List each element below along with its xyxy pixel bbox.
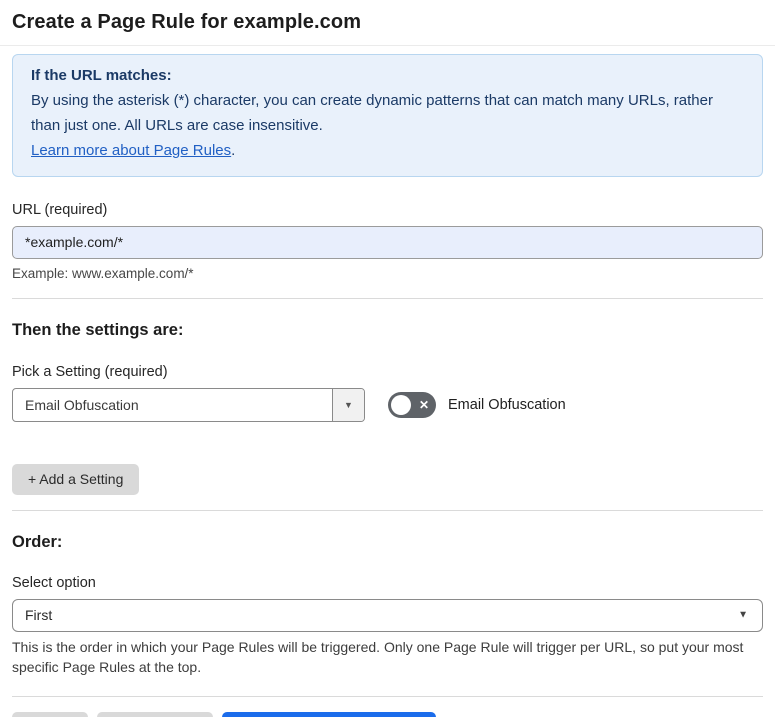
order-select[interactable]: First ▼ bbox=[12, 598, 763, 632]
order-select-label: Select option bbox=[12, 574, 96, 591]
save-and-deploy-button[interactable]: Save and Deploy Page Rule bbox=[222, 711, 437, 717]
toggle-label: Email Obfuscation bbox=[448, 396, 566, 413]
url-example-helper: Example: www.example.com/* bbox=[12, 265, 194, 281]
pick-setting-label: Pick a Setting (required) bbox=[12, 363, 168, 380]
toggle-knob bbox=[391, 394, 411, 415]
url-input[interactable] bbox=[12, 225, 763, 259]
cancel-button[interactable]: Cancel bbox=[12, 711, 88, 717]
order-select-value: First bbox=[25, 607, 53, 624]
url-section: URL (required) Example: www.example.com/… bbox=[12, 202, 763, 281]
footer-actions: Cancel Save as Draft Save and Deploy Pag… bbox=[12, 711, 763, 717]
info-box-heading: If the URL matches: bbox=[31, 67, 172, 84]
footer-divider bbox=[12, 695, 763, 697]
email-obfuscation-toggle[interactable]: ✕ bbox=[388, 391, 436, 418]
toggle-off-x-icon: ✕ bbox=[418, 397, 429, 412]
url-label: URL (required) bbox=[12, 201, 108, 218]
page-rule-form: Create a Page Rule for example.com bbox=[0, 0, 775, 45]
chevron-down-icon: ▼ bbox=[738, 609, 748, 621]
chevron-down-icon: ▼ bbox=[344, 399, 353, 410]
url-match-info-box: If the URL matches: By using the asteris… bbox=[12, 54, 763, 177]
section-divider bbox=[12, 297, 763, 299]
page-title: Create a Page Rule for example.com bbox=[12, 11, 362, 33]
info-box-link-line: Learn more about Page Rules. bbox=[31, 139, 744, 164]
add-setting-button[interactable]: + Add a Setting bbox=[12, 463, 140, 495]
info-box-body: By using the asterisk (*) character, you… bbox=[31, 91, 713, 134]
header-divider bbox=[0, 45, 775, 46]
link-period: . bbox=[231, 141, 236, 159]
settings-section-heading: Then the settings are: bbox=[12, 320, 184, 339]
section-divider bbox=[12, 509, 763, 511]
setting-dropdown-value: Email Obfuscation bbox=[25, 396, 139, 413]
order-helper-text: This is the order in which your Page Rul… bbox=[12, 638, 744, 675]
order-section-heading: Order: bbox=[12, 532, 63, 551]
setting-row: Email Obfuscation ▼ ✕ Email Obfuscation bbox=[12, 387, 763, 422]
dropdown-arrow-button[interactable]: ▼ bbox=[332, 388, 364, 421]
learn-more-link[interactable]: Learn more about Page Rules bbox=[31, 142, 231, 159]
save-as-draft-button[interactable]: Save as Draft bbox=[96, 711, 214, 717]
setting-dropdown[interactable]: Email Obfuscation ▼ bbox=[12, 387, 365, 422]
